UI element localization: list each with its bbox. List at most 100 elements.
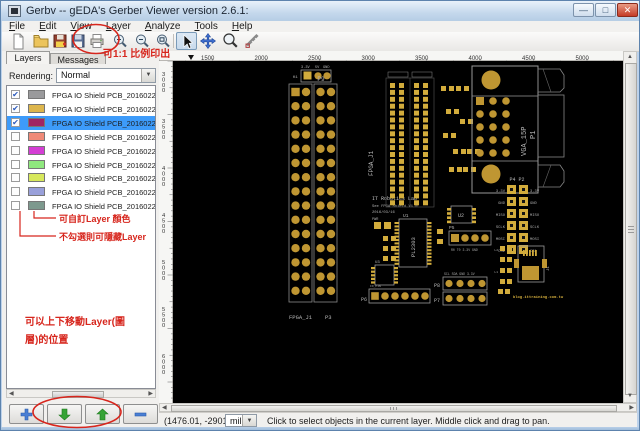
- pointer-icon: [183, 34, 194, 49]
- layer-color-swatch[interactable]: [28, 145, 45, 155]
- pcb-u1-label: U1: [403, 213, 409, 219]
- pointer-tool-button[interactable]: [176, 32, 197, 50]
- layer-row[interactable]: ✔ FPGA IO Shield PCB_20160225-: [7, 115, 156, 130]
- pcb-j1-label: J1: [547, 266, 551, 271]
- open-file-button[interactable]: [31, 32, 52, 50]
- scrollbar-thumb[interactable]: [52, 391, 104, 398]
- toolbar: [2, 32, 639, 52]
- layer-visibility-checkbox[interactable]: ✔: [11, 90, 20, 99]
- pcb-k1-pin1-label: 3.3V: [301, 66, 310, 70]
- pcb-header-left-label: MOSI: [496, 238, 505, 242]
- canvas-hscrollbar[interactable]: ◀ ▶: [159, 403, 637, 412]
- scrollbar-thumb[interactable]: [625, 63, 637, 395]
- chevron-down-icon[interactable]: ▼: [242, 415, 256, 426]
- magnifier-icon: [223, 33, 238, 48]
- layer-color-swatch[interactable]: [28, 103, 45, 113]
- vertical-ruler: 3000 3500 4000 4500 5000 5500 6000: [159, 60, 173, 403]
- layer-visibility-checkbox[interactable]: [11, 159, 20, 169]
- layer-color-swatch[interactable]: [28, 201, 45, 211]
- layer-row[interactable]: FPGA IO Shield PCB_20160225-: [7, 158, 155, 172]
- layer-name-label: FPGA IO Shield PCB_20160225-: [52, 160, 156, 170]
- layer-row[interactable]: ✔ FPGA IO Shield PCB_20160225-: [7, 102, 155, 116]
- layer-row[interactable]: FPGA IO Shield PCB_20160225-: [7, 130, 155, 144]
- menu-item-edit[interactable]: Edit: [32, 21, 63, 32]
- menu-item-layer[interactable]: Layer: [99, 21, 138, 32]
- layer-row[interactable]: ✔ FPGA IO Shield PCB_20160225-: [7, 88, 155, 102]
- layer-name-label: FPGA IO Shield PCB_20160225-: [52, 118, 156, 128]
- scroll-left-icon[interactable]: ◀: [9, 391, 14, 398]
- layer-visibility-checkbox[interactable]: [11, 173, 20, 183]
- pcb-p4p2-label: P4 P2: [509, 177, 524, 183]
- layer-list-hscrollbar[interactable]: ◀ ▶: [6, 389, 156, 398]
- layer-visibility-checkbox[interactable]: [11, 145, 20, 155]
- pcb-url-label: blog.ittraining.com.tw: [513, 295, 564, 300]
- scroll-up-icon[interactable]: ▲: [627, 54, 633, 61]
- pcb-u2-label: U2: [458, 213, 464, 219]
- rendering-label: Rendering:: [9, 71, 54, 81]
- layer-color-swatch[interactable]: [28, 173, 45, 183]
- pcb-canvas[interactable]: 3.3V 5V GND K1 P9 FPGA_J1 FPGA_J1 P3 IT …: [173, 61, 623, 403]
- pcb-silk-date-label: 2016/03/16: [372, 210, 396, 215]
- arrow-down-icon: [58, 408, 71, 421]
- open-folder-icon: [33, 35, 49, 48]
- toolbar-separator: [173, 34, 174, 48]
- pcb-p6-label: P6: [361, 297, 367, 303]
- layer-visibility-checkbox[interactable]: ✔: [11, 103, 20, 113]
- rendering-select[interactable]: Normal ▼: [56, 68, 156, 83]
- units-select[interactable]: mil ▼: [225, 414, 257, 427]
- rendering-row: Rendering: Normal ▼: [2, 66, 159, 84]
- v-ruler-tick-label: 4000: [162, 166, 166, 188]
- canvas-vscrollbar[interactable]: ▲ ▼: [623, 51, 637, 403]
- scrollbar-thumb[interactable]: [171, 405, 617, 412]
- menu-item-tools[interactable]: Tools: [187, 21, 224, 32]
- layer-visibility-checkbox[interactable]: ✔: [11, 117, 20, 127]
- scroll-right-icon[interactable]: ▶: [148, 391, 153, 398]
- pcb-u3-label: U3: [375, 261, 380, 265]
- scroll-down-icon[interactable]: ▼: [627, 393, 633, 400]
- layer-visibility-checkbox[interactable]: [11, 187, 20, 197]
- pcb-p5-pins-label: R0 T0 3.3V GND: [451, 248, 478, 252]
- move-layer-down-button[interactable]: [47, 404, 82, 424]
- menu-item-file[interactable]: File: [2, 21, 32, 32]
- zoom-tool-button[interactable]: [220, 32, 241, 50]
- close-button[interactable]: ✕: [617, 3, 638, 17]
- layer-row[interactable]: FPGA IO Shield PCB_20160225-: [7, 144, 155, 158]
- layer-row[interactable]: FPGA IO Shield PCB_20160225.: [7, 185, 155, 199]
- layer-visibility-checkbox[interactable]: [11, 201, 20, 211]
- chevron-down-icon[interactable]: ▼: [141, 69, 155, 82]
- pcb-header-left-label: 3.3V: [496, 190, 506, 194]
- layer-row[interactable]: FPGA IO Shield PCB_20160225-: [7, 171, 155, 185]
- maximize-button[interactable]: □: [595, 3, 616, 17]
- save-button[interactable]: [68, 32, 89, 50]
- title-bar: Gerbv -- gEDA's Gerber Viewer version 2.…: [1, 1, 639, 21]
- v-ruler-tick-label: 6000: [162, 354, 165, 376]
- tab-messages[interactable]: Messages: [50, 53, 106, 65]
- window-bottom-border: [1, 427, 639, 430]
- scroll-left-icon[interactable]: ◀: [162, 405, 167, 412]
- app-icon: [8, 5, 21, 17]
- rendering-value: Normal: [61, 70, 91, 80]
- pcb-p8-pins-label: SCL SDA GND 3.3V: [444, 272, 475, 276]
- pan-tool-button[interactable]: [198, 32, 219, 50]
- layer-color-swatch[interactable]: [28, 117, 45, 127]
- layer-color-swatch[interactable]: [28, 159, 45, 169]
- add-layer-button[interactable]: [9, 404, 44, 424]
- layer-color-swatch[interactable]: [28, 131, 45, 141]
- move-layer-up-button[interactable]: [85, 404, 120, 424]
- new-file-button[interactable]: [8, 32, 29, 50]
- layer-name-label: FPGA IO Shield PCB_20160225-: [52, 202, 156, 212]
- scroll-right-icon[interactable]: ▶: [629, 405, 634, 412]
- move-annotation-line2: 層)的位置: [25, 335, 69, 346]
- menu-item-view[interactable]: View: [63, 21, 99, 32]
- layer-visibility-checkbox[interactable]: [11, 131, 20, 141]
- measure-tool-button[interactable]: [243, 32, 264, 50]
- menu-item-help[interactable]: Help: [225, 21, 260, 32]
- menu-item-analyze[interactable]: Analyze: [138, 21, 188, 32]
- remove-layer-button[interactable]: [123, 404, 158, 424]
- tab-layers[interactable]: Layers: [6, 51, 50, 64]
- layer-color-swatch[interactable]: [28, 90, 45, 99]
- minimize-button[interactable]: —: [573, 3, 594, 17]
- window-title: Gerbv -- gEDA's Gerber Viewer version 2.…: [26, 5, 249, 17]
- layer-color-swatch[interactable]: [28, 187, 45, 197]
- pcb-k1-pin2-label: 5V: [315, 66, 320, 70]
